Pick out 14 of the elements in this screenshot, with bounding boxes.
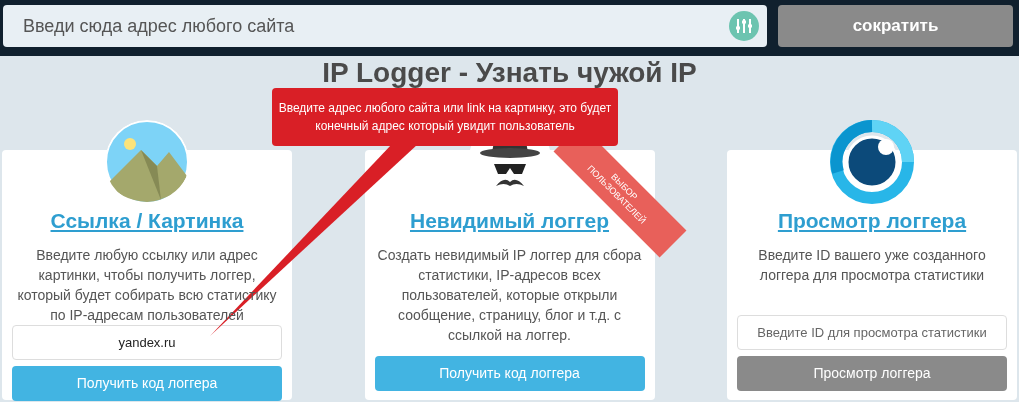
card-title-link[interactable]: Ссылка / Картинка	[50, 205, 244, 237]
card-input-field[interactable]: yandex.ru	[12, 324, 282, 360]
card-description: Введите ID вашего уже созданного логгера для просмотра статистики	[757, 245, 987, 285]
tooltip-text: Введите адрес любого сайта или link на картинку, это будет конечный адрес который увидит пользователь	[278, 100, 612, 135]
shorten-button[interactable]: сократить	[778, 5, 1013, 47]
card-button[interactable]: Получить код логгера	[374, 356, 645, 391]
card-input-field[interactable]: Введите ID для просмотра статистики	[737, 315, 1007, 350]
card-description: Создать невидимый IP логгер для сбора статистики, IP-адресов всех пользователей, которые открыли сообщение, страницу, блог и т.д. с ссылкой на логгер.	[376, 245, 643, 345]
page-heading: IP Logger - Узнать чужой IP	[321, 58, 698, 88]
card-title-link[interactable]: Просмотр логгера	[777, 205, 967, 237]
card-button[interactable]: Получить код логгера	[12, 365, 282, 401]
url-input-field[interactable]: Введи сюда адрес любого сайта	[3, 5, 767, 47]
card-button[interactable]: Просмотр логгера	[737, 356, 1007, 391]
sliders-icon[interactable]	[729, 11, 759, 41]
